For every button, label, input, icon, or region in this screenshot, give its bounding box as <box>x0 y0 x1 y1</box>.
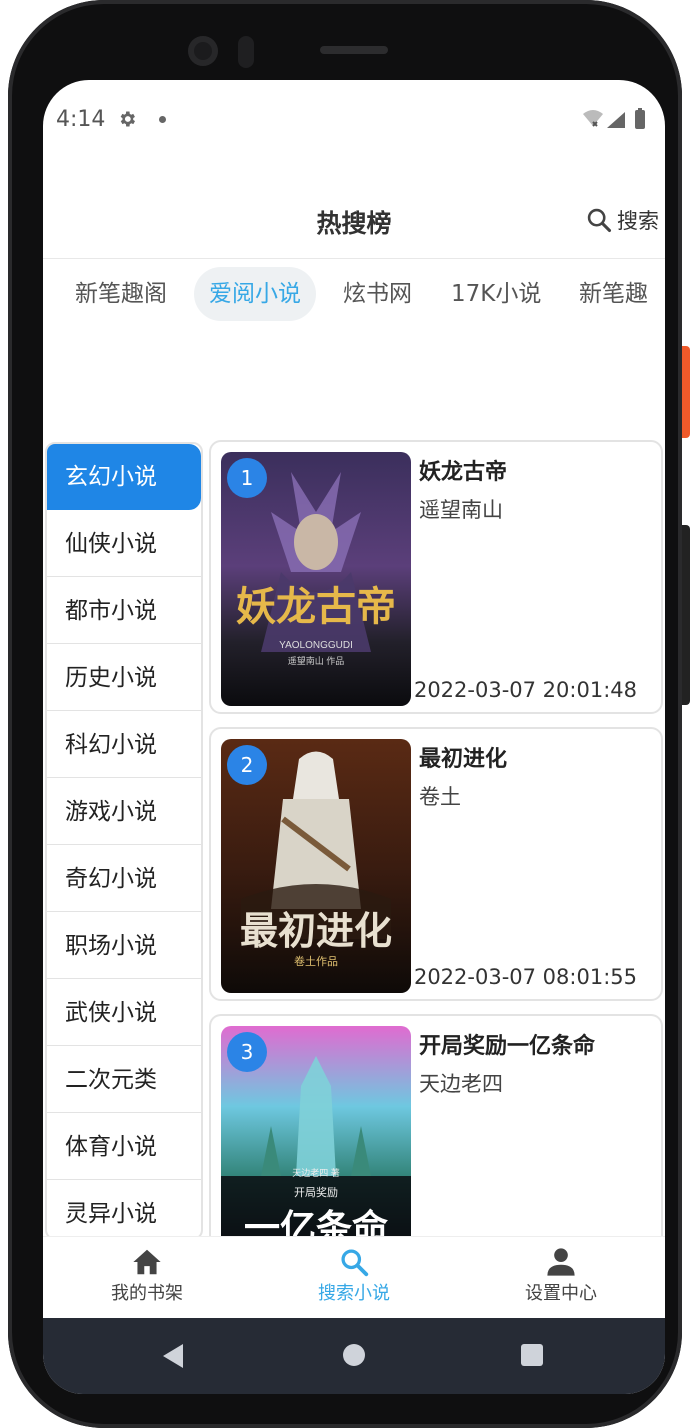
status-time: 4:14 <box>56 107 106 132</box>
cover-subtitle: 开局奖励 <box>294 1185 338 1199</box>
search-icon <box>341 1249 369 1277</box>
category-item[interactable]: 职场小说 <box>47 913 201 979</box>
book-author: 天边老四 <box>419 1072 503 1096</box>
front-camera <box>188 36 218 66</box>
cover-title: 最初进化 <box>240 911 392 953</box>
home-button-icon[interactable] <box>343 1344 365 1366</box>
nav-search[interactable]: 搜索小说 <box>284 1247 424 1305</box>
notification-dot <box>159 116 166 123</box>
cover-author: 天边老四 著 <box>292 1167 340 1178</box>
rank-badge: 2 <box>227 745 267 785</box>
book-cover: 妖龙古帝 YAOLONGGUDI 遥望南山 作品 1 <box>221 452 411 706</box>
nav-label: 搜索小说 <box>318 1283 390 1304</box>
page-title: 热搜榜 <box>316 209 392 238</box>
book-update-time: 2022-03-07 08:01:55 <box>413 965 637 989</box>
bottom-nav: 我的书架 搜索小说 设置中心 <box>43 1236 665 1319</box>
cover-author: 遥望南山 作品 <box>288 655 345 666</box>
tab-xuanshu[interactable]: 炫书网 <box>328 267 427 321</box>
nav-label: 我的书架 <box>111 1283 183 1304</box>
book-title: 最初进化 <box>419 747 508 772</box>
app-header: 热搜榜 搜索 <box>43 190 665 259</box>
category-item[interactable]: 玄幻小说 <box>47 444 201 510</box>
nav-bookshelf[interactable]: 我的书架 <box>77 1247 217 1305</box>
person-icon <box>547 1248 575 1276</box>
cover-title: 妖龙古帝 <box>236 584 396 629</box>
search-button-label: 搜索 <box>617 209 659 233</box>
rank-badge: 3 <box>227 1032 267 1072</box>
book-title: 开局奖励一亿条命 <box>419 1034 596 1059</box>
cover-subtitle: YAOLONGGUDI <box>279 640 353 651</box>
category-item[interactable]: 奇幻小说 <box>47 846 201 912</box>
category-item[interactable]: 历史小说 <box>47 645 201 711</box>
settings-gear-icon <box>120 111 135 127</box>
search-icon <box>587 208 612 233</box>
phone-frame: 4:14 热搜榜 搜索 新笔趣阁 爱阅小说 炫书网 17K小说 新笔趣 玄幻小说… <box>8 0 682 1428</box>
category-item[interactable]: 都市小说 <box>47 578 201 644</box>
book-cover: 天边老四 著 开局奖励 一亿条命 3 <box>221 1026 411 1256</box>
nav-label: 设置中心 <box>525 1283 597 1304</box>
book-cover: 最初进化 卷土作品 2 <box>221 739 411 993</box>
sensor <box>238 36 254 68</box>
tab-xinbiqu[interactable]: 新笔趣 <box>564 267 663 321</box>
category-item[interactable]: 体育小说 <box>47 1114 201 1180</box>
nav-settings[interactable]: 设置中心 <box>491 1247 631 1305</box>
category-item[interactable]: 灵异小说 <box>47 1181 201 1238</box>
category-item[interactable]: 二次元类 <box>47 1047 201 1113</box>
tab-aiyue[interactable]: 爱阅小说 <box>194 267 316 321</box>
category-list: 玄幻小说 仙侠小说 都市小说 历史小说 科幻小说 游戏小说 奇幻小说 职场小说 … <box>45 442 203 1240</box>
cover-author: 卷土作品 <box>294 954 338 968</box>
app-screen: 4:14 热搜榜 搜索 新笔趣阁 爱阅小说 炫书网 17K小说 新笔趣 玄幻小说… <box>43 80 665 1394</box>
tab-xinbiquge[interactable]: 新笔趣阁 <box>60 267 182 321</box>
system-status-icons <box>583 108 645 129</box>
category-item[interactable]: 科幻小说 <box>47 712 201 778</box>
system-nav-bar <box>43 1318 665 1394</box>
book-author: 遥望南山 <box>419 498 503 522</box>
status-bar: 4:14 <box>43 80 665 160</box>
book-update-time: 2022-03-07 20:01:48 <box>413 678 637 702</box>
category-item[interactable]: 游戏小说 <box>47 779 201 845</box>
home-icon <box>133 1249 161 1275</box>
back-icon[interactable] <box>163 1344 183 1368</box>
power-button <box>682 346 690 438</box>
book-card[interactable]: 最初进化 卷土作品 2 最初进化 卷土 2022-03-07 08:01:55 <box>209 727 663 1001</box>
category-item[interactable]: 武侠小说 <box>47 980 201 1046</box>
rank-badge: 1 <box>227 458 267 498</box>
book-card[interactable]: 天边老四 著 开局奖励 一亿条命 3 开局奖励一亿条命 天边老四 <box>209 1014 663 1256</box>
category-item[interactable]: 仙侠小说 <box>47 511 201 577</box>
earpiece-speaker <box>320 46 388 54</box>
source-tabs: 新笔趣阁 爱阅小说 炫书网 17K小说 新笔趣 <box>43 258 665 328</box>
tab-17k[interactable]: 17K小说 <box>436 267 556 321</box>
book-title: 妖龙古帝 <box>419 460 508 485</box>
book-card[interactable]: 妖龙古帝 YAOLONGGUDI 遥望南山 作品 1 妖龙古帝 遥望南山 202… <box>209 440 663 714</box>
search-button[interactable]: 搜索 <box>585 204 659 236</box>
volume-button <box>682 525 690 705</box>
book-author: 卷土 <box>419 785 461 809</box>
recents-icon[interactable] <box>521 1344 543 1366</box>
